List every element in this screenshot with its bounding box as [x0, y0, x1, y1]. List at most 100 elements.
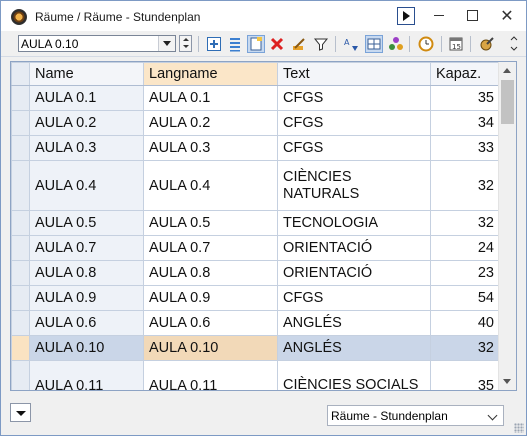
cell-text[interactable]: CFGS: [277, 135, 431, 161]
cell-text[interactable]: CFGS: [277, 285, 431, 311]
title-bar[interactable]: Räume / Räume - Stundenplan ✕: [1, 1, 526, 31]
cell-langname[interactable]: AULA 0.9: [143, 285, 278, 311]
cell-langname[interactable]: AULA 0.4: [143, 160, 278, 211]
cell-text[interactable]: ANGLÉS: [277, 335, 431, 361]
scroll-thumb[interactable]: [501, 80, 514, 124]
cell-capacity[interactable]: 24: [430, 235, 500, 261]
cell-capacity[interactable]: 34: [430, 110, 500, 136]
row-header-cell[interactable]: [11, 360, 30, 390]
settings-brush-icon[interactable]: [479, 36, 495, 52]
sort-icon[interactable]: A: [344, 36, 360, 52]
table-row[interactable]: AULA 0.4 AULA 0.4 CIÈNCIES NATURALS 32: [11, 160, 500, 211]
cell-name[interactable]: AULA 0.4: [29, 160, 144, 211]
table-row[interactable]: AULA 0.3 AULA 0.3 CFGS 33: [11, 135, 500, 161]
cell-text[interactable]: CIÈNCIES SOCIALS: [277, 360, 431, 390]
column-header-langname[interactable]: Langname: [143, 62, 278, 86]
cell-langname[interactable]: AULA 0.6: [143, 310, 278, 336]
cell-langname[interactable]: AULA 0.5: [143, 210, 278, 236]
cell-capacity[interactable]: 32: [430, 160, 500, 211]
row-header-cell[interactable]: [11, 235, 30, 261]
spin-up-icon[interactable]: [180, 36, 191, 43]
scroll-down-icon[interactable]: [499, 373, 516, 390]
column-header-text[interactable]: Text: [277, 62, 431, 86]
delete-icon[interactable]: [269, 36, 285, 52]
cell-capacity[interactable]: 23: [430, 260, 500, 286]
filter-icon[interactable]: [313, 36, 329, 52]
chevron-down-icon[interactable]: [158, 36, 175, 51]
table-row[interactable]: AULA 0.5 AULA 0.5 TECNOLOGIA 32: [11, 210, 500, 236]
cell-name[interactable]: AULA 0.6: [29, 310, 144, 336]
close-button[interactable]: ✕: [490, 1, 524, 30]
row-header-cell[interactable]: [11, 135, 30, 161]
row-header-cell[interactable]: [11, 310, 30, 336]
table-row[interactable]: AULA 0.11 AULA 0.11 CIÈNCIES SOCIALS 35: [11, 360, 500, 390]
cell-text[interactable]: ANGLÉS: [277, 310, 431, 336]
table-row[interactable]: AULA 0.7 AULA 0.7 ORIENTACIÓ 24: [11, 235, 500, 261]
scroll-up-icon[interactable]: [499, 62, 516, 79]
form-view-icon[interactable]: [247, 35, 265, 53]
row-header-cell[interactable]: [11, 160, 30, 211]
cell-name[interactable]: AULA 0.10: [29, 335, 144, 361]
app-clock-icon[interactable]: [11, 9, 27, 25]
clock-icon[interactable]: [418, 36, 434, 52]
minimize-button[interactable]: [422, 1, 456, 30]
row-header-cell[interactable]: [11, 335, 30, 361]
row-header-cell[interactable]: [11, 110, 30, 136]
cell-text[interactable]: CFGS: [277, 110, 431, 136]
cell-text[interactable]: ORIENTACIÓ: [277, 235, 431, 261]
table-row[interactable]: AULA 0.1 AULA 0.1 CFGS 35: [11, 85, 500, 111]
vertical-scrollbar[interactable]: [498, 62, 516, 390]
toolbar-overflow-icon[interactable]: [506, 36, 522, 52]
cell-capacity[interactable]: 32: [430, 210, 500, 236]
record-selector[interactable]: AULA 0.10: [18, 35, 176, 52]
cell-langname[interactable]: AULA 0.10: [143, 335, 278, 361]
view-select[interactable]: Räume - Stundenplan: [327, 405, 504, 426]
link-icon[interactable]: [388, 36, 404, 52]
cell-capacity[interactable]: 35: [430, 360, 500, 390]
resize-grip-icon[interactable]: [514, 423, 524, 433]
column-header-name[interactable]: Name: [29, 62, 144, 86]
cell-text[interactable]: CFGS: [277, 85, 431, 111]
record-spinner[interactable]: [179, 35, 192, 52]
cell-capacity[interactable]: 40: [430, 310, 500, 336]
cell-name[interactable]: AULA 0.7: [29, 235, 144, 261]
grid-settings-icon[interactable]: [365, 35, 383, 53]
cell-langname[interactable]: AULA 0.8: [143, 260, 278, 286]
cell-text[interactable]: ORIENTACIÓ: [277, 260, 431, 286]
cell-capacity[interactable]: 33: [430, 135, 500, 161]
maximize-button[interactable]: [455, 1, 489, 30]
cell-langname[interactable]: AULA 0.3: [143, 135, 278, 161]
cell-capacity[interactable]: 35: [430, 85, 500, 111]
row-header-cell[interactable]: [11, 260, 30, 286]
cell-name[interactable]: AULA 0.8: [29, 260, 144, 286]
table-row[interactable]: AULA 0.9 AULA 0.9 CFGS 54: [11, 285, 500, 311]
row-header-cell[interactable]: [11, 210, 30, 236]
list-view-icon[interactable]: [227, 36, 243, 52]
calendar-icon[interactable]: 15: [448, 36, 464, 52]
row-header-cell[interactable]: [11, 85, 30, 111]
cell-capacity[interactable]: 54: [430, 285, 500, 311]
pin-arrow-button[interactable]: [397, 7, 415, 25]
table-row[interactable]: AULA 0.8 AULA 0.8 ORIENTACIÓ 23: [11, 260, 500, 286]
row-header-corner[interactable]: [11, 62, 30, 86]
cell-text[interactable]: CIÈNCIES NATURALS: [277, 160, 431, 211]
cell-name[interactable]: AULA 0.1: [29, 85, 144, 111]
cell-langname[interactable]: AULA 0.11: [143, 360, 278, 390]
new-record-icon[interactable]: [206, 36, 222, 52]
table-row[interactable]: AULA 0.2 AULA 0.2 CFGS 34: [11, 110, 500, 136]
cell-langname[interactable]: AULA 0.2: [143, 110, 278, 136]
cell-name[interactable]: AULA 0.2: [29, 110, 144, 136]
cell-name[interactable]: AULA 0.11: [29, 360, 144, 390]
cell-name[interactable]: AULA 0.9: [29, 285, 144, 311]
footer-menu-button[interactable]: [10, 403, 31, 422]
row-header-cell[interactable]: [11, 285, 30, 311]
cell-langname[interactable]: AULA 0.7: [143, 235, 278, 261]
table-row[interactable]: AULA 0.6 AULA 0.6 ANGLÉS 40: [11, 310, 500, 336]
cell-langname[interactable]: AULA 0.1: [143, 85, 278, 111]
cell-name[interactable]: AULA 0.5: [29, 210, 144, 236]
cell-capacity[interactable]: 32: [430, 335, 500, 361]
column-header-capacity[interactable]: Kapaz.: [430, 62, 500, 86]
chevron-down-icon[interactable]: [487, 409, 501, 423]
cell-name[interactable]: AULA 0.3: [29, 135, 144, 161]
table-row[interactable]: AULA 0.10 AULA 0.10 ANGLÉS 32: [11, 335, 500, 361]
